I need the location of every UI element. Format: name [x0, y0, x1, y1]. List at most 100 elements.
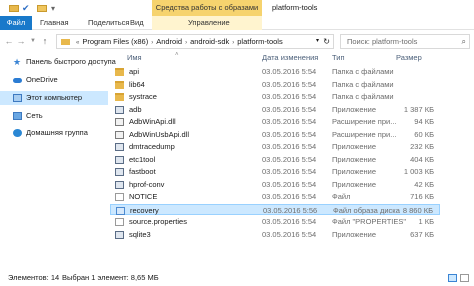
nav-item-onedrive[interactable]: OneDrive — [0, 73, 108, 87]
back-arrow-icon[interactable]: ← — [4, 35, 14, 47]
forward-arrow-icon[interactable]: → — [16, 35, 26, 47]
document-icon — [115, 193, 124, 201]
nav-item-network[interactable]: Сеть — [0, 109, 108, 123]
nav-item-label: Сеть — [26, 111, 43, 120]
disk-image-tools-header: Средства работы с образами диска — [152, 0, 262, 28]
navigation-pane: ★ Панель быстрого доступа OneDrive Этот … — [0, 51, 116, 269]
selection-info: Выбран 1 элемент: 8,65 МБ — [62, 273, 159, 282]
file-date: 03.05.2016 5:54 — [262, 104, 317, 114]
file-name: dmtracedump — [129, 142, 175, 151]
folder-icon — [8, 3, 20, 14]
file-name: adb — [129, 104, 142, 114]
folder-icon — [61, 39, 70, 46]
chevron-down-icon[interactable]: ▾ — [316, 35, 319, 48]
file-name: hprof-conv — [129, 179, 165, 189]
file-size: 404 КБ — [410, 154, 434, 164]
file-row[interactable]: source.properties 03.05.2016 5:54 Файл "PR… — [110, 216, 440, 228]
item-count: Элементов: 14 — [8, 273, 60, 282]
document-icon — [115, 218, 124, 226]
file-type: Файл образа диска — [333, 205, 400, 215]
tab-share[interactable]: Поделиться — [88, 16, 129, 30]
application-icon — [115, 143, 124, 151]
details-view-icon[interactable] — [448, 274, 457, 282]
nav-item-label: Домашняя группа — [26, 128, 88, 137]
file-row[interactable]: adb 03.05.2016 5:54 Приложение 1 387 КБ — [110, 104, 440, 116]
file-date: 03.05.2016 5:54 — [262, 117, 317, 126]
file-row[interactable]: sqlite3 03.05.2016 5:54 Приложение 637 КБ — [110, 229, 440, 241]
recent-locations-icon[interactable]: ▼ — [28, 35, 38, 47]
file-size: 1 003 КБ — [403, 167, 434, 176]
file-size: 232 КБ — [410, 142, 434, 151]
search-icon: ⌕ — [461, 37, 466, 46]
file-row[interactable]: api 03.05.2016 5:54 Папка с файлами — [110, 66, 440, 78]
file-name: fastboot — [129, 167, 156, 176]
search-placeholder: Поиск: platform-tools — [347, 37, 418, 46]
properties-check-icon[interactable]: ✔ — [22, 3, 32, 14]
file-type: Папка с файлами — [332, 67, 394, 76]
file-row[interactable]: etc1tool 03.05.2016 5:54 Приложение 404 КБ — [110, 154, 440, 166]
file-size: 94 КБ — [414, 117, 434, 126]
file-name: systrace — [129, 92, 157, 101]
star-icon: ★ — [13, 57, 22, 67]
chevron-right-icon[interactable]: › — [232, 40, 234, 46]
file-date: 03.05.2016 5:56 — [263, 205, 318, 215]
tab-file[interactable]: Файл — [0, 16, 32, 30]
tab-view[interactable]: Вид — [130, 16, 144, 30]
tab-home[interactable]: Главная — [40, 16, 69, 30]
nav-item-this-pc[interactable]: Этот компьютер — [0, 91, 108, 105]
file-list: api 03.05.2016 5:54 Папка с файлами lib64 03… — [110, 66, 440, 270]
large-icons-view-icon[interactable] — [460, 274, 469, 282]
file-row[interactable]: AdbWinUsbApi.dll 03.05.2016 5:54 Расширени… — [110, 129, 440, 141]
file-row[interactable]: recovery 03.05.2016 5:56 Файл образа диска… — [110, 203, 440, 216]
breadcrumb-program-files[interactable]: Program Files (x86) — [82, 37, 148, 46]
file-date: 03.05.2016 5:54 — [262, 67, 317, 76]
column-header-size[interactable]: Размер — [396, 51, 422, 65]
new-folder-icon[interactable] — [36, 3, 48, 14]
status-bar: Элементов: 14 Выбран 1 элемент: 8,65 МБ — [0, 270, 474, 286]
up-arrow-icon[interactable]: ↑ — [40, 35, 50, 47]
file-row[interactable]: fastboot 03.05.2016 5:54 Приложение 1 003 К… — [110, 166, 440, 178]
file-row[interactable]: dmtracedump 03.05.2016 5:54 Приложение 232 … — [110, 141, 440, 153]
search-input[interactable]: Поиск: platform-tools ⌕ — [340, 34, 470, 49]
file-row[interactable]: lib64 03.05.2016 5:54 Папка с файлами — [110, 79, 440, 91]
nav-item-quick-access[interactable]: ★ Панель быстрого доступа — [0, 55, 116, 69]
file-date: 03.05.2016 5:54 — [262, 79, 317, 89]
homegroup-icon — [13, 129, 22, 137]
file-name: etc1tool — [129, 154, 156, 164]
nav-item-homegroup[interactable]: Домашняя группа — [0, 126, 108, 140]
file-name: AdbWinUsbApi.dll — [129, 129, 190, 139]
folder-icon — [115, 80, 124, 89]
file-size: 637 КБ — [410, 229, 434, 239]
quick-access-dropdown-icon[interactable]: ▾ — [51, 3, 57, 14]
file-date: 03.05.2016 5:54 — [262, 192, 317, 201]
refresh-icon[interactable]: ↻ — [323, 35, 330, 48]
file-type: Папка с файлами — [332, 92, 394, 101]
ribbon-tabs: Файл Главная Поделиться Вид Управление — [0, 16, 474, 30]
file-date: 03.05.2016 5:54 — [262, 92, 317, 101]
file-row[interactable]: systrace 03.05.2016 5:54 Папка с файлами — [110, 91, 440, 103]
dll-file-icon — [115, 130, 124, 139]
computer-icon — [13, 94, 22, 102]
cloud-icon — [13, 78, 22, 83]
nav-item-label: Панель быстрого доступа — [26, 57, 116, 66]
tab-manage[interactable]: Управление — [152, 16, 262, 30]
column-header-date[interactable]: Дата изменения — [262, 51, 318, 65]
file-date: 03.05.2016 5:54 — [262, 217, 317, 226]
file-row[interactable]: hprof-conv 03.05.2016 5:54 Приложение 42 КБ — [110, 179, 440, 191]
chevron-right-icon[interactable]: › — [151, 40, 153, 46]
breadcrumb-android-sdk[interactable]: android-sdk — [190, 37, 229, 46]
address-bar[interactable]: «Program Files (x86) › Android › android-sdk… — [56, 34, 334, 49]
file-name: NOTICE — [129, 192, 158, 201]
file-type: Расширение при... — [332, 117, 397, 126]
column-header-name[interactable]: Имя — [127, 51, 142, 65]
file-date: 03.05.2016 5:54 — [262, 142, 317, 151]
application-icon — [115, 105, 124, 114]
breadcrumb-platform-tools[interactable]: platform-tools — [237, 37, 282, 46]
file-row[interactable]: AdbWinApi.dll 03.05.2016 5:54 Расширение п… — [110, 116, 440, 128]
breadcrumb-android[interactable]: Android — [156, 37, 182, 46]
column-header-type[interactable]: Тип — [332, 51, 345, 65]
chevron-right-icon[interactable]: › — [185, 40, 187, 46]
scrollbar[interactable] — [464, 66, 474, 270]
file-size: 8 860 КБ — [402, 205, 433, 215]
file-row[interactable]: NOTICE 03.05.2016 5:54 Файл 716 КБ — [110, 191, 440, 203]
